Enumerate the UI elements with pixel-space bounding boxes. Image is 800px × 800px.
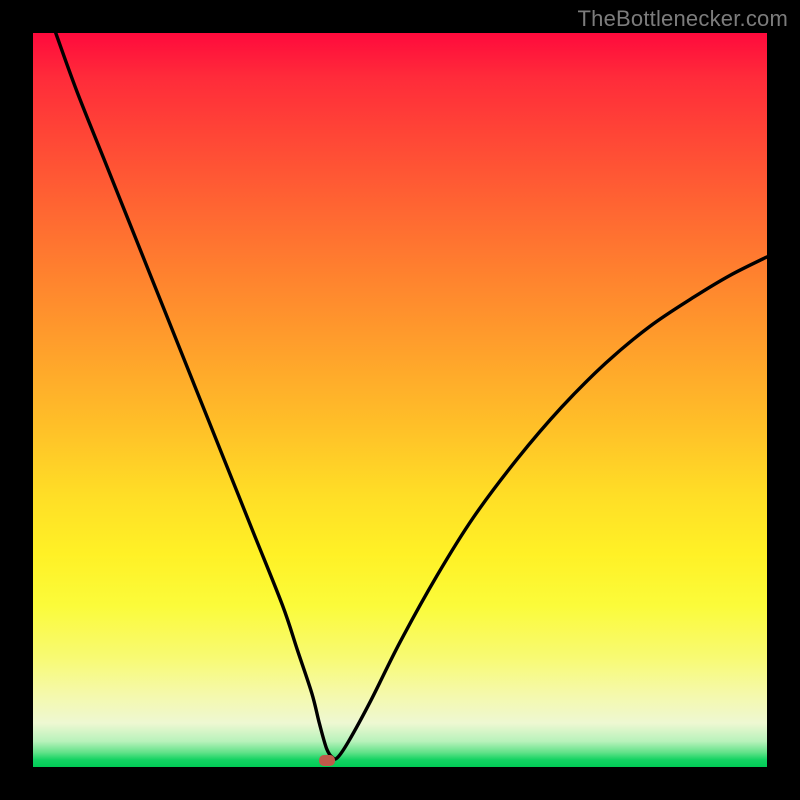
plot-area: [33, 33, 767, 767]
chart-frame: TheBottlenecker.com: [0, 0, 800, 800]
watermark-label: TheBottlenecker.com: [578, 6, 788, 32]
bottleneck-curve: [33, 33, 767, 767]
minimum-marker: [319, 755, 335, 766]
curve-path: [56, 33, 767, 759]
